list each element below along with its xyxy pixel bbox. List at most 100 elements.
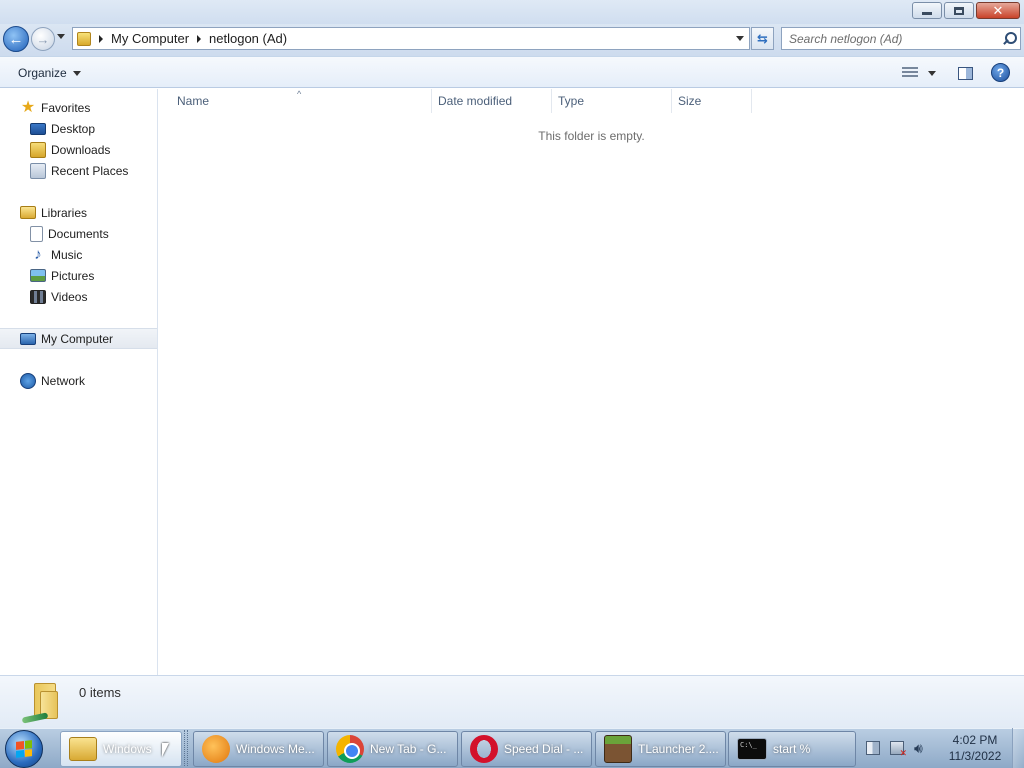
- nav-libraries[interactable]: Libraries: [0, 202, 157, 223]
- organize-button[interactable]: Organize: [10, 62, 89, 84]
- nav-label: Recent Places: [51, 163, 129, 178]
- taskbar-item-label: start %: [773, 742, 811, 756]
- forward-arrow-icon: →: [36, 31, 50, 47]
- title-bar: ✕: [0, 0, 1024, 24]
- videos-icon: [30, 289, 46, 304]
- nav-my-computer[interactable]: My Computer: [0, 328, 157, 349]
- show-desktop-button[interactable]: [1012, 728, 1024, 768]
- close-button[interactable]: ✕: [976, 2, 1020, 19]
- downloads-icon: [30, 141, 46, 158]
- nav-downloads[interactable]: Downloads: [0, 139, 157, 160]
- column-header-date-modified[interactable]: Date modified: [432, 89, 552, 113]
- minimize-icon: [922, 12, 932, 15]
- taskbar-item-cmd[interactable]: C:\_ start %: [728, 731, 856, 767]
- change-view-button[interactable]: [898, 63, 940, 83]
- taskbar-grip[interactable]: [184, 730, 188, 766]
- restore-icon: [954, 6, 964, 15]
- address-bar[interactable]: My Computer netlogon (Ad): [72, 27, 750, 50]
- nav-label: Documents: [48, 226, 109, 241]
- search-input[interactable]: [789, 31, 1002, 46]
- nav-pictures[interactable]: Pictures: [0, 265, 157, 286]
- breadcrumb-netlogon[interactable]: netlogon (Ad): [209, 31, 287, 46]
- restore-button[interactable]: [944, 2, 974, 19]
- nav-music[interactable]: ♪ Music: [0, 244, 157, 265]
- documents-icon: [30, 225, 43, 242]
- column-headers: Name ^ Date modified Type Size: [159, 89, 1024, 113]
- preview-pane-icon: [957, 66, 973, 80]
- column-header-size[interactable]: Size: [672, 89, 752, 113]
- taskbar-item-label: TLauncher 2....: [638, 742, 719, 756]
- desktop-icon: [30, 122, 46, 135]
- empty-folder-message: This folder is empty.: [538, 129, 645, 143]
- column-header-label: Date modified: [438, 94, 513, 108]
- command-bar: Organize: [0, 56, 1024, 88]
- location-icon: [77, 31, 91, 46]
- column-header-name[interactable]: Name: [159, 89, 432, 113]
- search-icon[interactable]: [1002, 31, 1017, 46]
- back-button[interactable]: ←: [3, 26, 29, 52]
- nav-label: Network: [41, 373, 86, 388]
- computer-icon: [20, 332, 36, 345]
- nav-label: Libraries: [41, 205, 88, 220]
- nav-label: My Computer: [41, 331, 114, 346]
- system-tray: 🔊︎ 4:02 PM 11/3/2022: [858, 728, 1024, 768]
- network-icon: [20, 372, 36, 389]
- nav-videos[interactable]: Videos: [0, 286, 157, 307]
- start-button[interactable]: [5, 730, 43, 768]
- network-status-icon[interactable]: [890, 741, 907, 759]
- chevron-down-icon: [72, 70, 81, 76]
- chrome-icon: [336, 735, 364, 763]
- taskbar-item-label: Speed Dial - ...: [504, 742, 584, 756]
- file-list[interactable]: Name ^ Date modified Type Size This fold…: [159, 89, 1024, 675]
- taskbar-item-tlauncher[interactable]: TLauncher 2....: [595, 731, 726, 767]
- nav-network[interactable]: Network: [0, 370, 157, 391]
- breadcrumb-my-computer[interactable]: My Computer: [111, 31, 189, 46]
- column-header-label: Name: [177, 94, 210, 108]
- preview-pane-button[interactable]: [955, 63, 975, 83]
- address-row: ← → My Computer netlogon (Ad) ⇆: [0, 24, 1024, 56]
- chevron-down-icon: [928, 70, 936, 76]
- window-controls: ✕: [910, 2, 1020, 19]
- opera-icon: [470, 735, 498, 763]
- help-icon: ?: [996, 65, 1005, 80]
- taskbar-item-chrome[interactable]: New Tab - G...: [327, 731, 458, 767]
- breadcrumb-separator-icon[interactable]: [197, 34, 202, 43]
- organize-label: Organize: [18, 66, 67, 80]
- media-player-icon: [202, 735, 230, 763]
- clock[interactable]: 4:02 PM 11/3/2022: [940, 732, 1010, 764]
- nav-recent-places[interactable]: Recent Places: [0, 160, 157, 181]
- volume-icon[interactable]: 🔊︎: [914, 741, 928, 755]
- nav-favorites[interactable]: ★ Favorites: [0, 97, 157, 118]
- item-count: 0 items: [79, 685, 121, 700]
- column-header-label: Type: [558, 94, 585, 108]
- pictures-icon: [30, 269, 46, 282]
- help-button[interactable]: ?: [991, 63, 1010, 82]
- column-header-type[interactable]: Type: [552, 89, 672, 113]
- star-icon: ★: [20, 98, 36, 116]
- navigation-pane: ★ Favorites Desktop Downloads Recent Pla…: [0, 89, 158, 675]
- mouse-cursor-icon: [162, 743, 169, 757]
- back-arrow-icon: ←: [8, 30, 24, 48]
- tlauncher-icon: [604, 735, 632, 763]
- nav-documents[interactable]: Documents: [0, 223, 157, 244]
- nav-label: Music: [51, 247, 83, 262]
- recent-pages-dropdown[interactable]: [57, 34, 65, 39]
- folder-icon: [21, 681, 60, 724]
- nav-label: Pictures: [51, 268, 95, 283]
- address-history-dropdown[interactable]: [736, 36, 744, 41]
- refresh-button[interactable]: ⇆: [751, 27, 774, 50]
- nav-label: Downloads: [51, 142, 111, 157]
- nav-label: Videos: [51, 289, 88, 304]
- nav-label: Desktop: [51, 121, 96, 136]
- column-header-label: Size: [678, 94, 702, 108]
- nav-desktop[interactable]: Desktop: [0, 118, 157, 139]
- action-center-icon[interactable]: [866, 741, 880, 755]
- taskbar-item-media-player[interactable]: Windows Me...: [193, 731, 324, 767]
- nav-label: Favorites: [41, 100, 91, 115]
- taskbar-item-opera[interactable]: Speed Dial - ...: [461, 731, 592, 767]
- search-box[interactable]: [781, 27, 1021, 50]
- breadcrumb-separator-icon[interactable]: [99, 34, 103, 43]
- minimize-button[interactable]: [912, 2, 942, 19]
- refresh-icon: ⇆: [757, 30, 768, 46]
- forward-button[interactable]: →: [31, 27, 55, 51]
